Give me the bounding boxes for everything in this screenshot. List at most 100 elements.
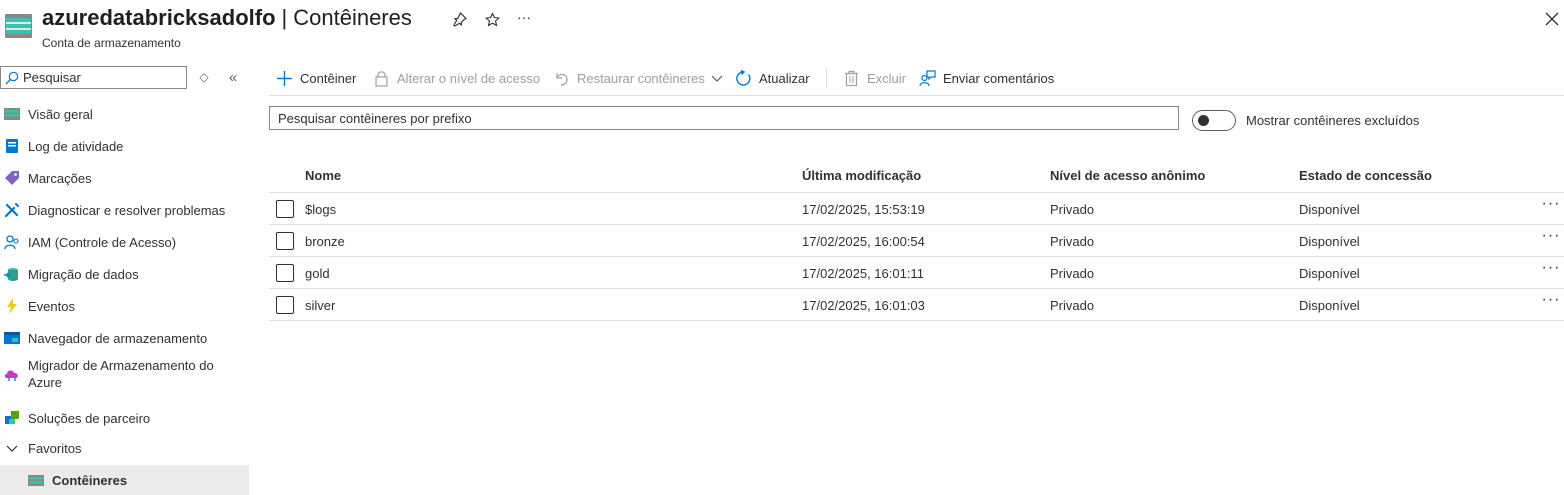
- table-row[interactable]: bronze 17/02/2025, 16:00:54 Privado Disp…: [269, 225, 1564, 257]
- sidebar-item-label: Visão geral: [28, 106, 93, 122]
- change-access-level-button[interactable]: Alterar o nível de acesso: [373, 62, 540, 94]
- add-container-button[interactable]: Contêiner: [276, 62, 356, 94]
- row-more-icon[interactable]: ···: [1541, 228, 1561, 251]
- show-deleted-label: Mostrar contêineres excluídos: [1246, 113, 1420, 128]
- partner-solutions-icon: [5, 411, 19, 424]
- sidebar-item-label: Log de atividade: [28, 138, 124, 154]
- sidebar-item-storage-migrator[interactable]: Migrador de Armazenamento do Azure: [0, 354, 249, 394]
- toggle-knob: [1198, 115, 1209, 126]
- row-more-icon[interactable]: ···: [1541, 292, 1561, 315]
- access-level-cell: Privado: [1050, 266, 1095, 281]
- change-access-label: Alterar o nível de acesso: [397, 70, 541, 86]
- storage-overview-icon: [4, 108, 20, 120]
- lease-state-cell: Disponível: [1299, 298, 1360, 313]
- lock-icon: [375, 70, 388, 87]
- row-checkbox[interactable]: [276, 296, 294, 314]
- toolbar-divider: [826, 68, 827, 88]
- column-header-name[interactable]: Nome: [305, 168, 341, 183]
- resource-menu: ◇ « Visão geral Log de atividade Marcaçõ…: [0, 60, 249, 495]
- delete-label: Excluir: [867, 70, 907, 86]
- delete-button[interactable]: Excluir: [843, 62, 906, 94]
- sidebar-item-data-migration[interactable]: Migração de dados: [0, 258, 249, 290]
- row-checkbox[interactable]: [276, 264, 294, 282]
- lease-state-cell: Disponível: [1299, 202, 1360, 217]
- plus-icon: [277, 70, 292, 86]
- sidebar-item-label: Diagnosticar e resolver problemas: [28, 202, 226, 218]
- table-row[interactable]: silver 17/02/2025, 16:01:03 Privado Disp…: [269, 289, 1564, 321]
- title-separator: |: [281, 5, 288, 30]
- sidebar-item-tags[interactable]: Marcações: [0, 162, 249, 194]
- container-name-link[interactable]: bronze: [305, 234, 345, 249]
- blade-title: Contêineres: [293, 5, 412, 30]
- send-feedback-button[interactable]: Enviar comentários: [919, 62, 1054, 94]
- column-header-lease-state[interactable]: Estado de concessão: [1299, 168, 1432, 183]
- chevron-down-icon: [711, 75, 723, 82]
- feedback-icon: [919, 69, 936, 86]
- resource-type-subtitle: Conta de armazenamento: [42, 36, 181, 50]
- sidebar-item-label: Migração de dados: [28, 266, 139, 282]
- menu-search-box[interactable]: [0, 66, 187, 89]
- star-icon[interactable]: [483, 10, 501, 28]
- containers-icon: [28, 475, 44, 486]
- command-bar: Contêiner Alterar o nível de acesso Rest…: [269, 62, 1564, 94]
- pin-icon[interactable]: [450, 10, 468, 28]
- feedback-label: Enviar comentários: [943, 70, 1055, 86]
- undo-icon: [556, 72, 568, 86]
- container-name-link[interactable]: gold: [305, 266, 330, 281]
- sidebar-item-overview[interactable]: Visão geral: [0, 98, 249, 130]
- sidebar-item-label: Navegador de armazenamento: [28, 330, 208, 346]
- sidebar-item-label: Eventos: [28, 298, 75, 314]
- last-modified-cell: 17/02/2025, 16:01:03: [802, 298, 925, 313]
- sidebar-item-containers[interactable]: Contêineres: [0, 465, 249, 495]
- toolbar-divider-line: [269, 95, 1564, 96]
- container-name-link[interactable]: silver: [305, 298, 335, 313]
- sidebar-item-label: Migrador de Armazenamento do Azure: [28, 358, 214, 390]
- sidebar-item-label: Favoritos: [28, 440, 82, 456]
- row-more-icon[interactable]: ···: [1541, 196, 1561, 219]
- table-row[interactable]: $logs 17/02/2025, 15:53:19 Privado Dispo…: [269, 193, 1564, 225]
- refresh-button[interactable]: Atualizar: [735, 62, 810, 94]
- people-icon: [4, 235, 19, 250]
- sidebar-item-diagnose[interactable]: Diagnosticar e resolver problemas: [0, 194, 249, 226]
- more-options-icon[interactable]: ···: [515, 8, 533, 26]
- close-icon[interactable]: [1540, 8, 1564, 30]
- sidebar-item-activity-log[interactable]: Log de atividade: [0, 130, 249, 162]
- sidebar-item-label: Contêineres: [52, 472, 128, 488]
- sidebar-item-label: Soluções de parceiro: [28, 410, 151, 426]
- storage-account-icon: [5, 14, 32, 38]
- menu-search-input[interactable]: [23, 70, 173, 85]
- cloud-migrator-icon: [4, 370, 18, 381]
- sidebar-item-label: IAM (Controle de Acesso): [28, 234, 177, 250]
- table-row[interactable]: gold 17/02/2025, 16:01:11 Privado Dispon…: [269, 257, 1564, 289]
- collapse-menu-icon[interactable]: «: [225, 69, 241, 86]
- chevron-down-icon: [6, 445, 18, 452]
- sidebar-item-iam[interactable]: IAM (Controle de Acesso): [0, 226, 249, 258]
- column-header-anonymous-access[interactable]: Nível de acesso anônimo: [1050, 168, 1205, 183]
- sidebar-item-storage-browser[interactable]: Navegador de armazenamento: [0, 322, 249, 354]
- add-container-label: Contêiner: [300, 70, 357, 86]
- column-header-last-modified[interactable]: Última modificação: [802, 168, 921, 183]
- sidebar-item-label: Marcações: [28, 170, 92, 186]
- sidebar-item-events[interactable]: Eventos: [0, 290, 249, 322]
- row-checkbox[interactable]: [276, 200, 294, 218]
- page-title: azuredatabricksadolfo | Contêineres: [42, 5, 412, 31]
- row-checkbox[interactable]: [276, 232, 294, 250]
- tag-icon: [5, 171, 19, 185]
- sidebar-item-partner-solutions[interactable]: Soluções de parceiro: [0, 402, 249, 434]
- resource-name: azuredatabricksadolfo: [42, 5, 276, 30]
- sidebar-group-favorites[interactable]: Favoritos: [0, 432, 249, 464]
- container-prefix-search-input[interactable]: [269, 106, 1179, 130]
- access-level-cell: Privado: [1050, 202, 1095, 217]
- expand-collapse-icon[interactable]: ◇: [196, 69, 212, 85]
- container-name-link[interactable]: $logs: [305, 202, 336, 217]
- restore-containers-button[interactable]: Restaurar contêineres: [553, 62, 730, 94]
- last-modified-cell: 17/02/2025, 16:00:54: [802, 234, 925, 249]
- restore-label: Restaurar contêineres: [577, 70, 705, 86]
- lease-state-cell: Disponível: [1299, 234, 1360, 249]
- row-more-icon[interactable]: ···: [1541, 260, 1561, 283]
- activity-log-icon: [6, 139, 18, 153]
- last-modified-cell: 17/02/2025, 15:53:19: [802, 202, 925, 217]
- wrench-icon: [4, 202, 20, 218]
- refresh-icon: [736, 69, 751, 86]
- show-deleted-toggle[interactable]: [1192, 110, 1236, 131]
